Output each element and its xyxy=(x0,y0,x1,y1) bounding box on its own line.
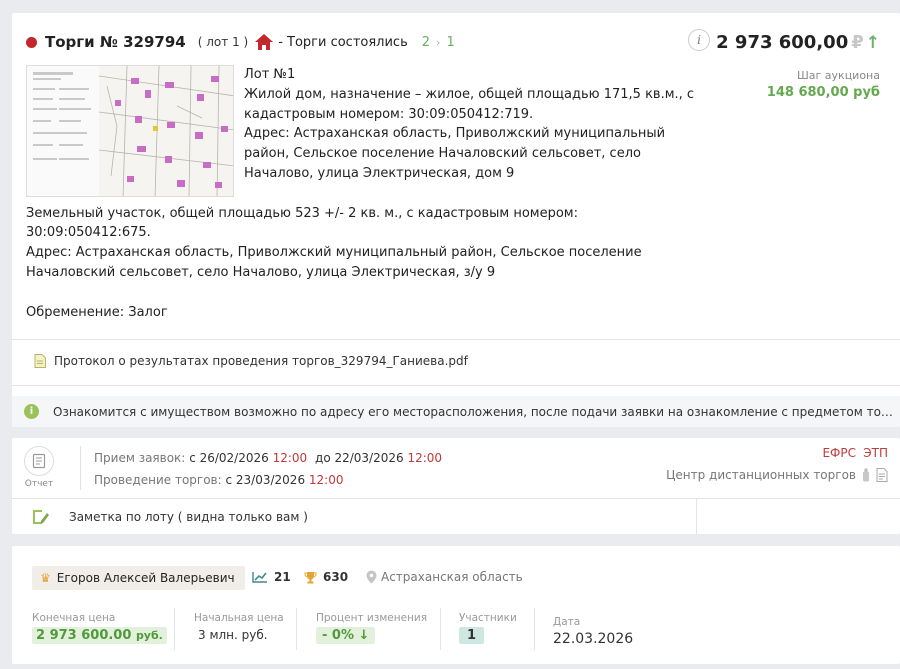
auction-date-result: Дата 22.03.2026 xyxy=(553,616,633,647)
auction-title[interactable]: Торги № 329794 xyxy=(45,33,186,51)
price-value: 2 973 600,00 xyxy=(716,32,849,53)
note-label: Заметка по лоту ( видна только вам ) xyxy=(69,510,308,524)
document-icon xyxy=(34,354,46,368)
platform-name[interactable]: Центр дистанционных торгов xyxy=(666,468,856,482)
notice-text: Ознакомится с имуществом возможно по адр… xyxy=(53,404,899,419)
lot-header: Торги № 329794 ( лот 1 ) - Торги состоял… xyxy=(26,31,455,53)
lot-land-address: Адрес: Астраханская область, Приволжский… xyxy=(26,245,642,280)
participants: Участники 1 xyxy=(459,612,517,644)
report-label: Отчет xyxy=(24,479,54,489)
divider xyxy=(12,385,900,386)
trophy-icon xyxy=(304,571,317,583)
applications-to: до 22/03/2026 xyxy=(315,451,404,465)
document-icon xyxy=(876,468,888,482)
lot-badge: ( лот 1 ) xyxy=(197,35,249,49)
note-edit-icon xyxy=(33,510,49,524)
trend-stat: 21 xyxy=(252,570,291,584)
stage-from: 2 xyxy=(421,34,431,50)
chevron-right-icon: › xyxy=(436,35,441,49)
auction-date: с 23/03/2026 xyxy=(225,473,306,487)
applications-from-time: 12:00 xyxy=(272,451,308,465)
document-link[interactable]: Протокол о результатах проведения торгов… xyxy=(34,354,468,368)
date-value: 22.03.2026 xyxy=(553,631,634,647)
region-name: Астраханская область xyxy=(381,570,523,584)
chart-trend-icon xyxy=(252,572,267,583)
divider xyxy=(12,339,900,340)
arrow-up-icon: ↑ xyxy=(865,32,880,53)
inspection-notice: i Ознакомится с имуществом возможно по а… xyxy=(12,396,900,427)
auction-dates: Прием заявок: с 26/02/2026 12:00 до 22/0… xyxy=(94,447,442,491)
start-price-value: 3 млн. руб. xyxy=(198,628,268,642)
report-icon xyxy=(24,446,54,476)
final-price-unit: руб. xyxy=(135,629,163,642)
info-circle-icon: i xyxy=(24,404,39,419)
efrs-link[interactable]: ЕФРС xyxy=(822,446,856,460)
stage-to: 1 xyxy=(446,34,455,50)
house-icon xyxy=(254,32,274,52)
change-value: - 0% xyxy=(322,628,354,643)
auction-step-value: 148 680,00 руб xyxy=(766,85,880,100)
auction-step-label: Шаг аукциона xyxy=(797,69,880,82)
lot-burden: Обременение: Залог xyxy=(26,304,168,320)
date-label: Дата xyxy=(553,616,581,628)
crown-icon: ♛ xyxy=(40,571,51,585)
ruble-icon: ₽ xyxy=(851,32,864,53)
location-pin-icon xyxy=(366,570,377,584)
applications-label: Прием заявок: xyxy=(94,451,186,465)
divider xyxy=(80,446,81,490)
trend-count: 21 xyxy=(274,570,291,584)
start-price-label: Начальная цена xyxy=(194,612,284,624)
lot-card: Торги № 329794 ( лот 1 ) - Торги состоял… xyxy=(12,13,900,427)
final-price: Конечная цена 2 973 600.00 руб. xyxy=(32,612,167,644)
auction-status: - Торги состоялись xyxy=(278,34,408,50)
platform-row: Центр дистанционных торгов xyxy=(666,468,888,482)
lot-description: Лот №1 Жилой дом, назначение – жилое, об… xyxy=(26,65,702,322)
change-percent: Процент изменения - 0% ↓ xyxy=(316,612,427,644)
auction-date-label: Проведение торгов: xyxy=(94,473,222,487)
region-stat: Астраханская область xyxy=(366,570,523,584)
status-dot-icon xyxy=(26,36,37,48)
bottle-icon xyxy=(863,468,869,482)
agent-badge[interactable]: ♛ Егоров Алексей Валерьевич xyxy=(32,566,245,590)
divider xyxy=(696,499,697,534)
trophy-count: 630 xyxy=(323,570,349,584)
lot-note[interactable]: Заметка по лоту ( видна только вам ) xyxy=(12,498,900,534)
arrow-down-icon: ↓ xyxy=(358,628,370,643)
participants-value[interactable]: 1 xyxy=(459,627,485,644)
change-label: Процент изменения xyxy=(316,612,428,624)
applications-from: с 26/02/2026 xyxy=(189,451,269,465)
start-price: Начальная цена 3 млн. руб. xyxy=(194,612,284,643)
agent-name: Егоров Алексей Валерьевич xyxy=(56,571,235,585)
current-price: 2 973 600,00 ₽ ↑ xyxy=(716,32,880,53)
lot-land-text: Земельный участок, общей площадью 523 +/… xyxy=(26,205,578,241)
trophy-stat: 630 xyxy=(304,570,348,584)
participants-label: Участники xyxy=(459,612,517,624)
report-button[interactable]: Отчет xyxy=(24,446,54,489)
document-name[interactable]: Протокол о результатах проведения торгов… xyxy=(54,354,468,368)
applications-to-time: 12:00 xyxy=(407,451,443,465)
final-price-value: 2 973 600.00 xyxy=(36,628,132,643)
info-icon[interactable]: i xyxy=(688,29,710,51)
schedule-card: Отчет Прием заявок: с 26/02/2026 12:00 д… xyxy=(12,438,900,534)
result-card: ♛ Егоров Алексей Валерьевич 21 630 Астра… xyxy=(12,546,900,664)
auction-time: 12:00 xyxy=(308,473,344,487)
etp-link[interactable]: ЭТП xyxy=(863,446,888,460)
final-price-label: Конечная цена xyxy=(32,612,116,624)
